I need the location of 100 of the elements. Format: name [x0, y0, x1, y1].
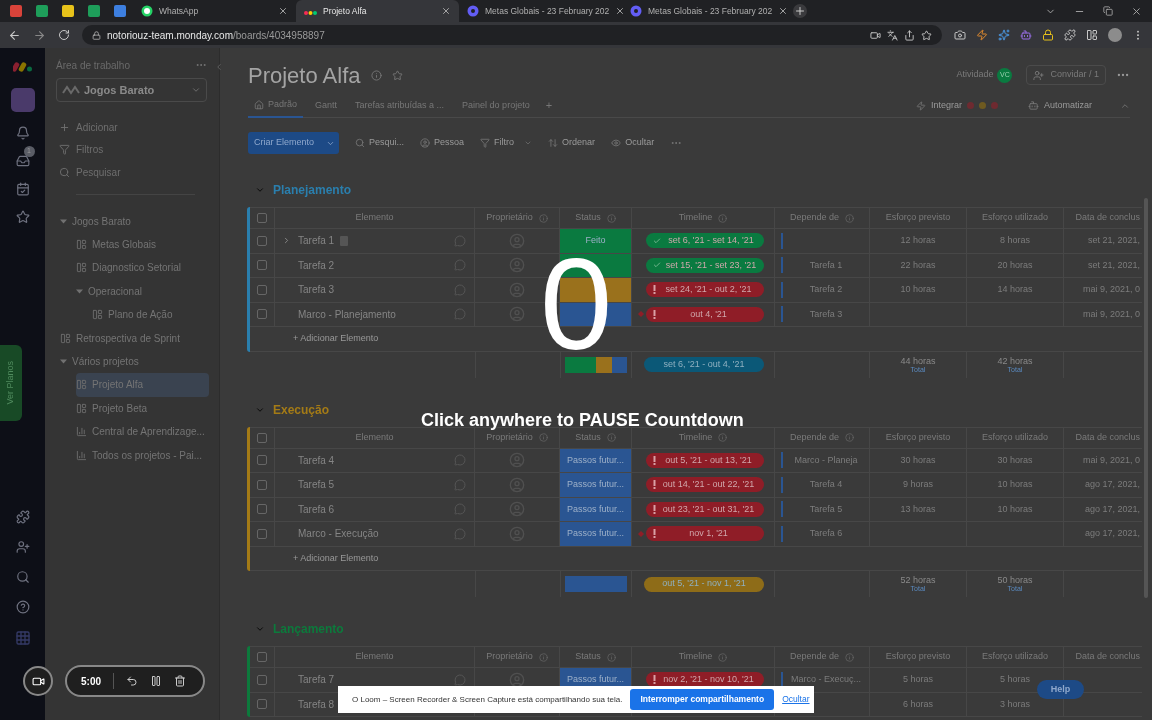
effort-text: 22 horas [900, 258, 936, 272]
date-text: set 21, 2021, [1087, 234, 1140, 247]
dependency-text: Tarefa 4 [808, 478, 844, 491]
effort-text: 13 horas [900, 502, 936, 516]
item-name[interactable]: Tarefa 6 [298, 501, 335, 517]
create-item-button[interactable]: Criar Elemento [248, 132, 340, 154]
integrate-button[interactable]: Integrar [915, 98, 998, 113]
toolbar-button[interactable]: Pesqui... [355, 136, 405, 150]
browser-tab[interactable]: WhatsApp [133, 0, 296, 22]
effort-total: 42 horas [997, 356, 1033, 366]
date-text: ago 17, 2021, [1084, 478, 1140, 491]
board-title: Projeto Alfa [248, 61, 361, 90]
column-header[interactable]: Proprietário [475, 647, 560, 667]
stop-sharing-button[interactable]: Interromper compartilhamento [630, 689, 775, 710]
effort-text: 9 horas [903, 478, 933, 491]
timeline-pill[interactable]: set 6, '21 - set 14, '21 [646, 233, 764, 249]
effort-total: 52 horas [900, 576, 936, 585]
status-label[interactable]: Passos futur... [560, 448, 631, 472]
item-name[interactable]: Tarefa 7 [298, 672, 335, 688]
sidebar-action[interactable]: Pesquisar [56, 161, 219, 184]
column-header[interactable]: Timeline [632, 208, 775, 228]
effort-text: 5 horas [903, 673, 933, 686]
dependency-text: Tarefa 2 [808, 283, 844, 296]
item-name[interactable]: Tarefa 3 [298, 282, 335, 298]
address-bar[interactable]: notoriouz-team.monday.com/boards/4034958897 [82, 25, 942, 45]
column-header[interactable]: Esforço utilizado [967, 647, 1064, 667]
board-item[interactable]: Metas Globais [76, 232, 209, 257]
workspace-dropdown[interactable]: Jogos Barato [56, 78, 207, 102]
board-item[interactable]: Central de Aprendizage... [76, 420, 209, 444]
help-button[interactable]: Help [1037, 680, 1084, 699]
board-item[interactable]: Projeto Alfa [76, 373, 209, 397]
sharing-message: O Loom – Screen Recorder & Screen Capture está compartilhando sua tela. [352, 693, 623, 706]
column-header[interactable]: Status [560, 208, 632, 228]
board-item[interactable]: Todos os projetos - Pai... [76, 443, 209, 467]
timeline-summary-pill: out 5, '21 - nov 1, '21 [644, 576, 764, 592]
automate-button[interactable]: Automatizar [1027, 98, 1092, 113]
status-label[interactable]: Passos futur... [560, 473, 631, 497]
item-name[interactable]: Tarefa 5 [298, 477, 335, 493]
status-label[interactable]: Passos futur... [560, 497, 631, 521]
timeline-summary-pill: set 6, '21 - out 4, '21 [644, 357, 764, 372]
add-view-button[interactable]: + [541, 97, 557, 114]
item-name[interactable]: Marco - Execução [298, 526, 379, 542]
date-text: set 21, 2021, [1087, 258, 1140, 272]
item-name[interactable]: Marco - Planejamento [298, 306, 396, 322]
toolbar-button[interactable]: Pessoa [420, 136, 465, 150]
toolbar-button[interactable]: Filtro [480, 136, 533, 150]
timeline-pill[interactable]: nov 1, '21 [646, 526, 764, 542]
board-item[interactable]: Plano de Ação [92, 303, 209, 327]
group-title[interactable]: Lançamento [273, 620, 344, 638]
browser-tab[interactable]: Metas Globais - 23 February 202 [622, 0, 785, 22]
activity-link[interactable]: Atividade [956, 68, 994, 82]
recording-timer: 5:00 [81, 674, 101, 689]
add-item-button[interactable]: + Adicionar Elemento [293, 551, 379, 565]
column-header[interactable]: Status [560, 647, 632, 667]
timeline-pill[interactable]: set 24, '21 - out 2, '21 [646, 282, 764, 298]
timeline-pill[interactable]: out 5, '21 - out 13, '21 [646, 452, 764, 468]
date-text: ago 17, 2021, [1084, 527, 1140, 540]
status-label[interactable]: Passos futur... [560, 522, 631, 546]
group-title[interactable]: Planejamento [273, 181, 352, 199]
item-name[interactable]: Tarefa 4 [298, 452, 335, 468]
item-name[interactable]: Tarefa 8 [298, 696, 335, 712]
timeline-pill[interactable]: set 15, '21 - set 23, '21 [646, 257, 764, 273]
sidebar-action[interactable]: Adicionar [56, 116, 219, 139]
dependency-text: Marco - Execuç... [790, 673, 862, 686]
folder-item[interactable]: Operacional [76, 279, 209, 304]
item-name[interactable]: Tarefa 2 [298, 257, 335, 273]
invite-button[interactable]: Convidar / 1 [1026, 65, 1106, 85]
effort-total: 50 horas [997, 576, 1033, 585]
effort-text: 14 horas [997, 283, 1033, 296]
board-item[interactable]: Retrospectiva de Sprint [60, 326, 209, 350]
browser-tab[interactable]: Projeto Alfa [296, 0, 459, 22]
sidebar-action[interactable]: Filtros [56, 138, 219, 161]
toolbar-button[interactable]: Ordenar [548, 136, 596, 150]
effort-text: 10 horas [997, 478, 1033, 491]
timeline-pill[interactable]: out 23, '21 - out 31, '21 [646, 501, 764, 517]
board-item[interactable]: Projeto Beta [76, 396, 209, 420]
folder-item[interactable]: Vários projetos [60, 349, 209, 374]
board-item[interactable]: Diagnostico Setorial [76, 256, 209, 280]
group-title[interactable]: Execução [273, 400, 330, 419]
effort-text: 20 horas [997, 258, 1033, 272]
effort-text: 12 horas [900, 234, 936, 247]
hide-link[interactable]: Ocultar [782, 693, 810, 706]
status-label[interactable]: Feito [560, 229, 631, 253]
column-header[interactable]: Esforço utilizado [967, 208, 1064, 228]
plans-tab[interactable]: Ver Planos [0, 345, 22, 421]
folder-item[interactable]: Jogos Barato [60, 209, 209, 233]
column-header[interactable]: Timeline [632, 427, 775, 448]
column-header[interactable]: Proprietário [475, 208, 560, 228]
column-header[interactable]: Esforço utilizado [967, 427, 1064, 448]
column-header[interactable]: Status [560, 427, 632, 448]
timeline-pill[interactable]: out 14, '21 - out 22, '21 [646, 477, 764, 493]
timeline-pill[interactable]: out 4, '21 [646, 306, 764, 322]
item-name[interactable]: Tarefa 1 [298, 233, 335, 249]
browser-tab[interactable]: Metas Globais - 23 February 202 [459, 0, 622, 22]
column-header[interactable]: Timeline [632, 647, 775, 667]
toolbar-button[interactable]: Ocultar [611, 136, 655, 150]
url-path: /boards/4034958897 [233, 28, 325, 43]
countdown-number[interactable]: 0 [540, 254, 613, 354]
effort-text: 10 horas [900, 283, 936, 296]
add-item-button[interactable]: + Adicionar Elemento [293, 332, 379, 346]
